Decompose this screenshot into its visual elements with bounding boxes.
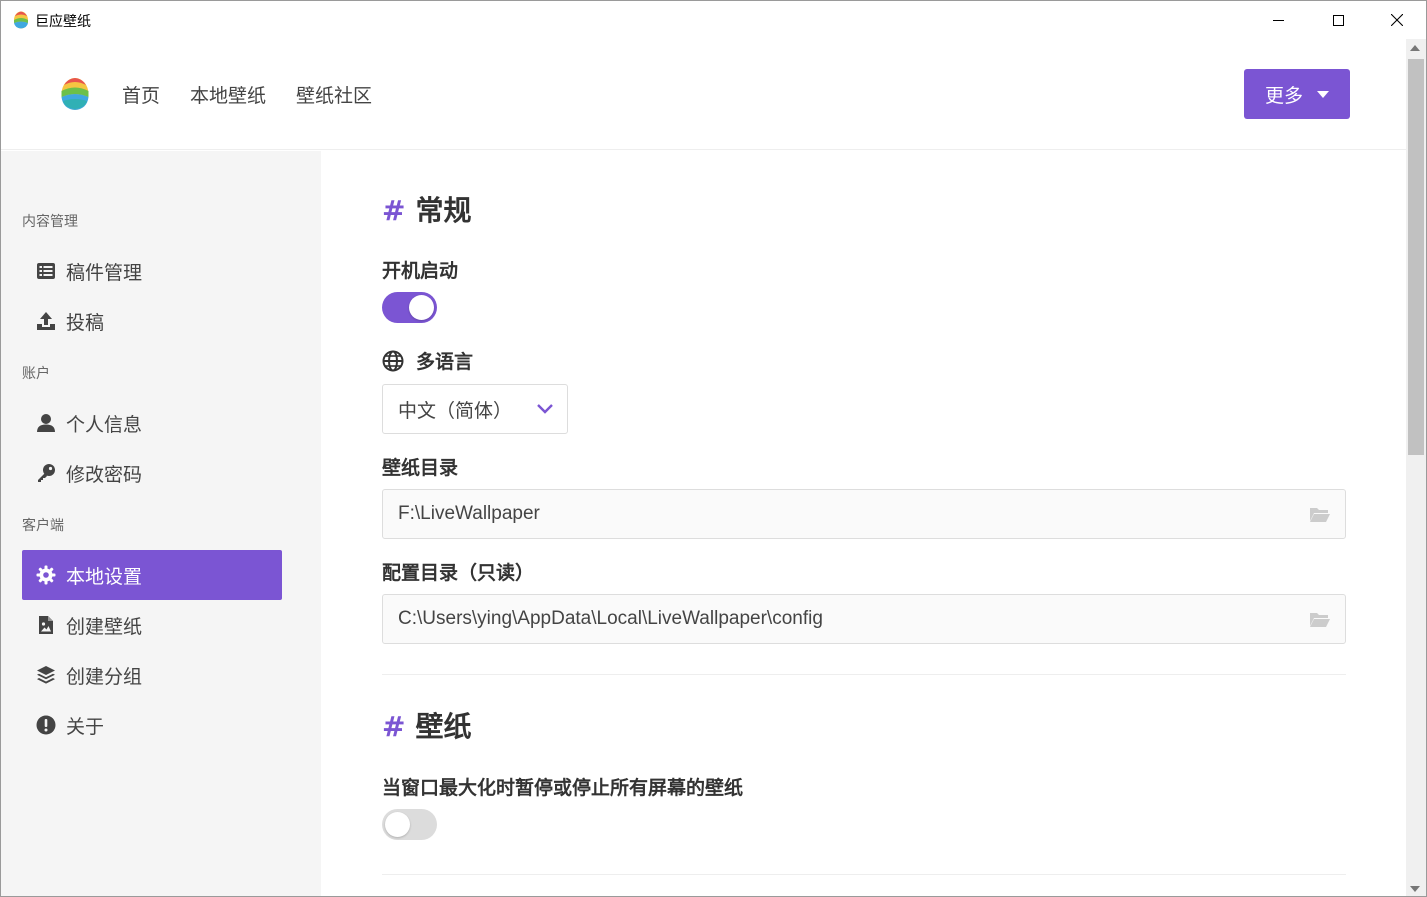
minimize-icon (1272, 19, 1284, 21)
language-label-row: 多语言 (382, 347, 473, 374)
section-title-wallpaper: # 壁纸 (382, 705, 471, 745)
caret-down-icon (1317, 90, 1329, 98)
sidebar-item-password[interactable]: 修改密码 (22, 448, 282, 498)
section-divider (382, 874, 1346, 875)
config-dir-value: C:\Users\ying\AppData\Local\LiveWallpape… (398, 608, 823, 629)
folder-open-icon[interactable] (1309, 505, 1331, 523)
app-logo-icon[interactable] (60, 77, 90, 111)
sidebar-group-account: 账户 (22, 366, 50, 382)
sidebar-group-content: 内容管理 (22, 214, 78, 230)
scroll-thumb[interactable] (1408, 59, 1424, 455)
sidebar-item-label: 稿件管理 (66, 261, 143, 284)
minimize-button[interactable] (1249, 1, 1307, 39)
scroll-up-icon[interactable] (1410, 45, 1420, 51)
nav-local-wallpaper[interactable]: 本地壁纸 (190, 81, 266, 108)
section-title-general: # 常规 (382, 189, 471, 229)
sidebar: 内容管理 稿件管理 投稿 账户 个人信息 修改密码 客户端 本地设置 创建壁纸 … (1, 151, 321, 896)
sidebar-item-drafts[interactable]: 稿件管理 (22, 246, 282, 296)
toggle-knob (409, 295, 434, 320)
list-icon (37, 263, 55, 279)
language-label: 多语言 (416, 351, 474, 373)
toggle-knob (385, 812, 410, 837)
sidebar-item-label: 个人信息 (66, 413, 143, 436)
sidebar-item-local-settings[interactable]: 本地设置 (22, 550, 282, 600)
sidebar-item-label: 关于 (66, 715, 105, 738)
scroll-down-icon[interactable] (1410, 886, 1420, 892)
top-header: 首页 本地壁纸 壁纸社区 更多 (1, 39, 1406, 150)
autostart-toggle[interactable] (382, 292, 437, 323)
key-icon (38, 464, 55, 482)
app-window: 巨应壁纸 首页 本地壁纸 壁纸社区 更多 内容管理 稿件管理 投稿 账户 个人信… (0, 0, 1427, 897)
wallpaper-dir-input[interactable]: F:\LiveWallpaper (382, 489, 1346, 539)
app-logo-icon (14, 11, 28, 29)
title-bar: 巨应壁纸 (1, 1, 1426, 39)
language-select[interactable]: 中文（简体） (382, 384, 568, 434)
more-button[interactable]: 更多 (1244, 69, 1350, 119)
hash-mark: # (382, 194, 406, 227)
chevron-down-icon (537, 404, 553, 414)
sidebar-item-create-wallpaper[interactable]: 创建壁纸 (22, 600, 282, 650)
more-button-label: 更多 (1264, 84, 1303, 107)
autostart-label: 开机启动 (382, 260, 459, 282)
exclamation-circle-icon (36, 715, 56, 735)
sidebar-item-label: 投稿 (66, 311, 105, 334)
nav-home[interactable]: 首页 (122, 81, 160, 108)
close-button[interactable] (1368, 1, 1426, 39)
maximize-icon (1332, 14, 1344, 26)
layers-icon (37, 666, 55, 684)
sidebar-item-about[interactable]: 关于 (22, 700, 282, 750)
sidebar-group-client: 客户端 (22, 518, 64, 534)
config-dir-label: 配置目录（只读） (382, 562, 535, 584)
pause-on-maximize-label: 当窗口最大化时暂停或停止所有屏幕的壁纸 (382, 777, 744, 799)
maximize-button[interactable] (1309, 1, 1367, 39)
sidebar-item-label: 本地设置 (66, 565, 143, 588)
settings-content: # 常规 开机启动 多语言 中文（简体） 壁纸目录 F:\LiveWallpape… (321, 151, 1406, 896)
upload-icon (37, 312, 55, 330)
section-divider (382, 674, 1346, 675)
config-dir-input[interactable]: C:\Users\ying\AppData\Local\LiveWallpape… (382, 594, 1346, 644)
pause-on-maximize-toggle[interactable] (382, 809, 437, 840)
section-title-text: 常规 (415, 194, 472, 227)
wallpaper-dir-value: F:\LiveWallpaper (398, 503, 540, 524)
globe-icon (382, 350, 404, 371)
file-image-icon (39, 616, 53, 634)
sidebar-item-label: 创建壁纸 (66, 615, 143, 638)
close-icon (1391, 14, 1403, 26)
vertical-scrollbar[interactable] (1406, 39, 1426, 896)
sidebar-item-label: 创建分组 (66, 665, 143, 688)
wallpaper-dir-label: 壁纸目录 (382, 457, 459, 479)
window-title: 巨应壁纸 (35, 14, 91, 30)
language-select-value: 中文（简体） (398, 399, 513, 422)
main-nav: 首页 本地壁纸 壁纸社区 (122, 81, 372, 108)
user-icon (37, 414, 55, 432)
sidebar-item-profile[interactable]: 个人信息 (22, 398, 282, 448)
folder-open-icon[interactable] (1309, 610, 1331, 628)
sidebar-item-submit[interactable]: 投稿 (22, 296, 282, 346)
sidebar-item-label: 修改密码 (66, 463, 143, 486)
sidebar-item-create-group[interactable]: 创建分组 (22, 650, 282, 700)
section-title-text: 壁纸 (415, 710, 472, 743)
nav-wallpaper-community[interactable]: 壁纸社区 (296, 81, 372, 108)
hash-mark: # (382, 710, 406, 743)
gear-icon (36, 565, 56, 585)
